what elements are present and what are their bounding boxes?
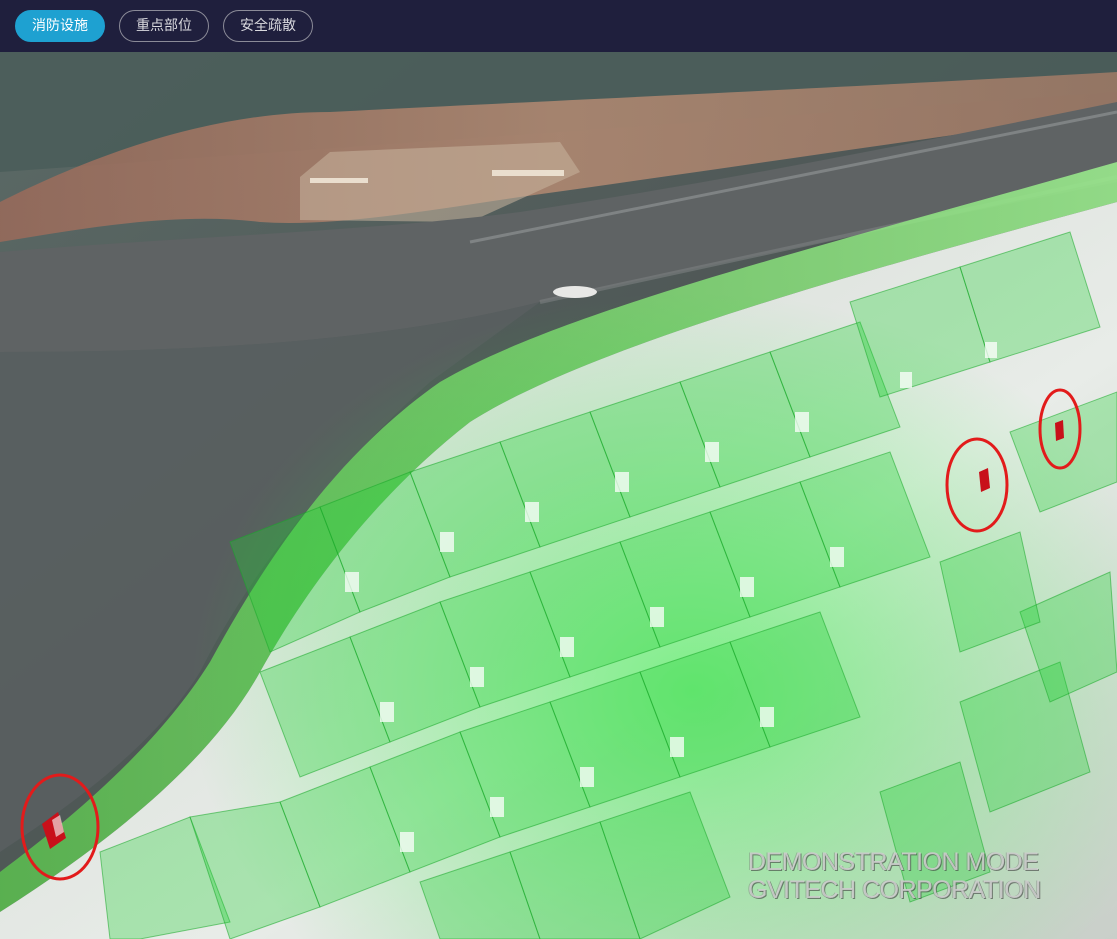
toolbar: 消防设施 重点部位 安全疏散 [0,0,1117,52]
tab-fire-facilities[interactable]: 消防设施 [15,10,105,42]
tab-key-areas[interactable]: 重点部位 [119,10,209,42]
fire-extinguisher-icon [1055,420,1064,441]
3d-map-view[interactable] [0,52,1117,939]
tab-safe-evacuation[interactable]: 安全疏散 [223,10,313,42]
fire-extinguisher-icon [979,468,990,492]
